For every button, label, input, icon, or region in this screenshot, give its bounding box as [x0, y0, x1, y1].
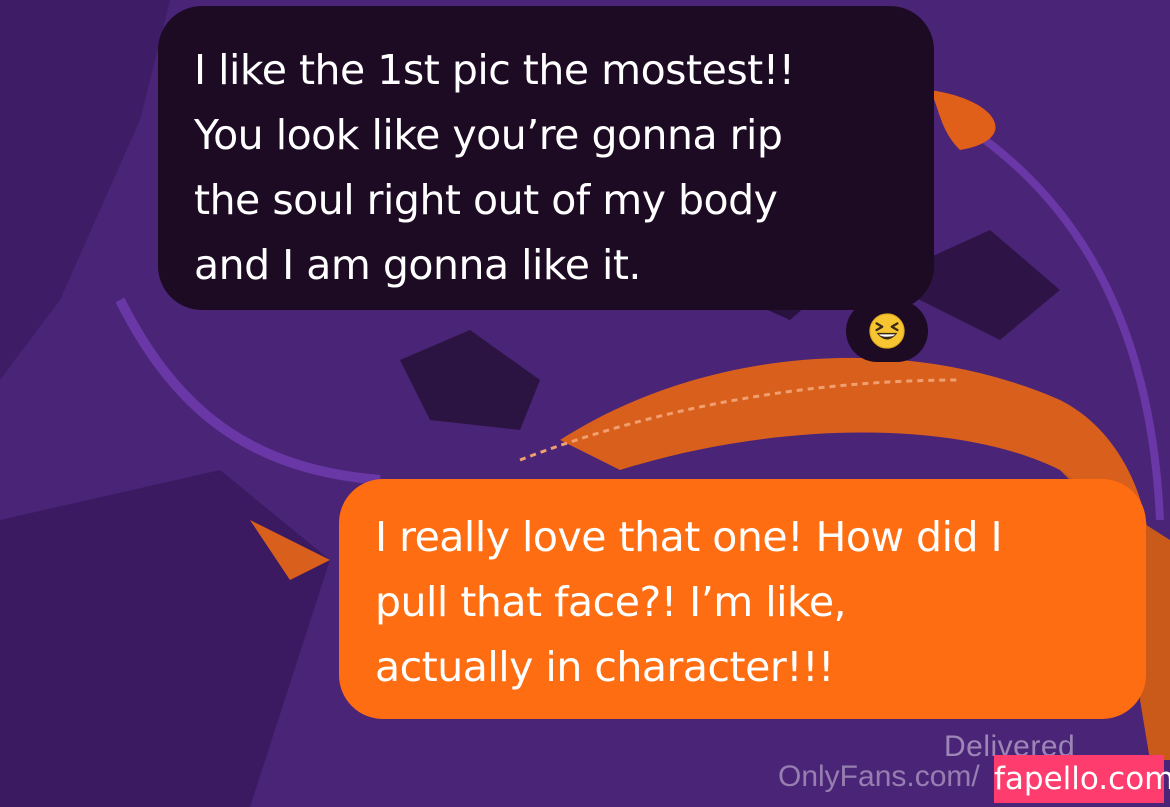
onlyfans-watermark: OnlyFans.com/ [778, 760, 980, 793]
message-text-line: actually in character!!! [375, 643, 834, 691]
message-text-line: and I am gonna like it. [194, 241, 641, 289]
message-reaction[interactable] [846, 300, 928, 362]
fapello-watermark: fapello.com [994, 755, 1170, 803]
received-message-bubble[interactable]: I like the 1st pic the mostest!! You loo… [158, 6, 934, 310]
grinning-squinting-face-icon [869, 313, 905, 349]
message-text-line: I like the 1st pic the mostest!! [194, 46, 795, 94]
sent-message-bubble[interactable]: I really love that one! How did I pull t… [339, 479, 1146, 719]
message-text-line: You look like you’re gonna rip [194, 111, 783, 159]
message-text-line: pull that face?! I’m like, [375, 578, 847, 626]
message-text-line: I really love that one! How did I [375, 513, 1003, 561]
message-text-line: the soul right out of my body [194, 176, 778, 224]
